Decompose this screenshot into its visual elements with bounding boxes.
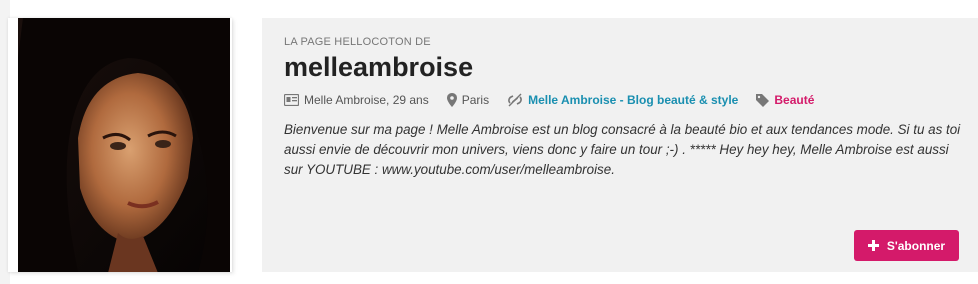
page-title: melleambroise (284, 52, 474, 82)
profile-photo[interactable] (18, 18, 230, 272)
map-pin-icon (446, 93, 457, 107)
meta-category[interactable]: Beauté (756, 93, 814, 107)
id-card-icon (284, 94, 299, 106)
category-link[interactable]: Beauté (774, 93, 814, 107)
link-icon (508, 93, 522, 107)
blog-link[interactable]: Melle Ambroise - Blog beauté & style (528, 93, 738, 107)
tag-icon (756, 93, 770, 107)
meta-name-age: Melle Ambroise, 29 ans (284, 93, 429, 107)
profile-meta-row: Melle Ambroise, 29 ans Paris Melle Ambro… (284, 93, 832, 107)
name-age-text: Melle Ambroise, 29 ans (304, 93, 429, 107)
location-text: Paris (461, 93, 490, 107)
meta-location: Paris (446, 93, 490, 107)
plus-icon (867, 240, 879, 251)
profile-bio: Bienvenue sur ma page ! Melle Ambroise e… (284, 122, 961, 177)
profile-info-panel: LA PAGE HELLOCOTON DE melleambroise Mell… (262, 18, 978, 272)
meta-blog[interactable]: Melle Ambroise - Blog beauté & style (507, 93, 738, 107)
profile-photo-card (8, 18, 232, 272)
subscribe-button[interactable]: S'abonner (854, 230, 959, 261)
portrait-illustration (18, 18, 230, 272)
page-kicker: LA PAGE HELLOCOTON DE (284, 36, 431, 48)
subscribe-label: S'abonner (886, 238, 946, 253)
